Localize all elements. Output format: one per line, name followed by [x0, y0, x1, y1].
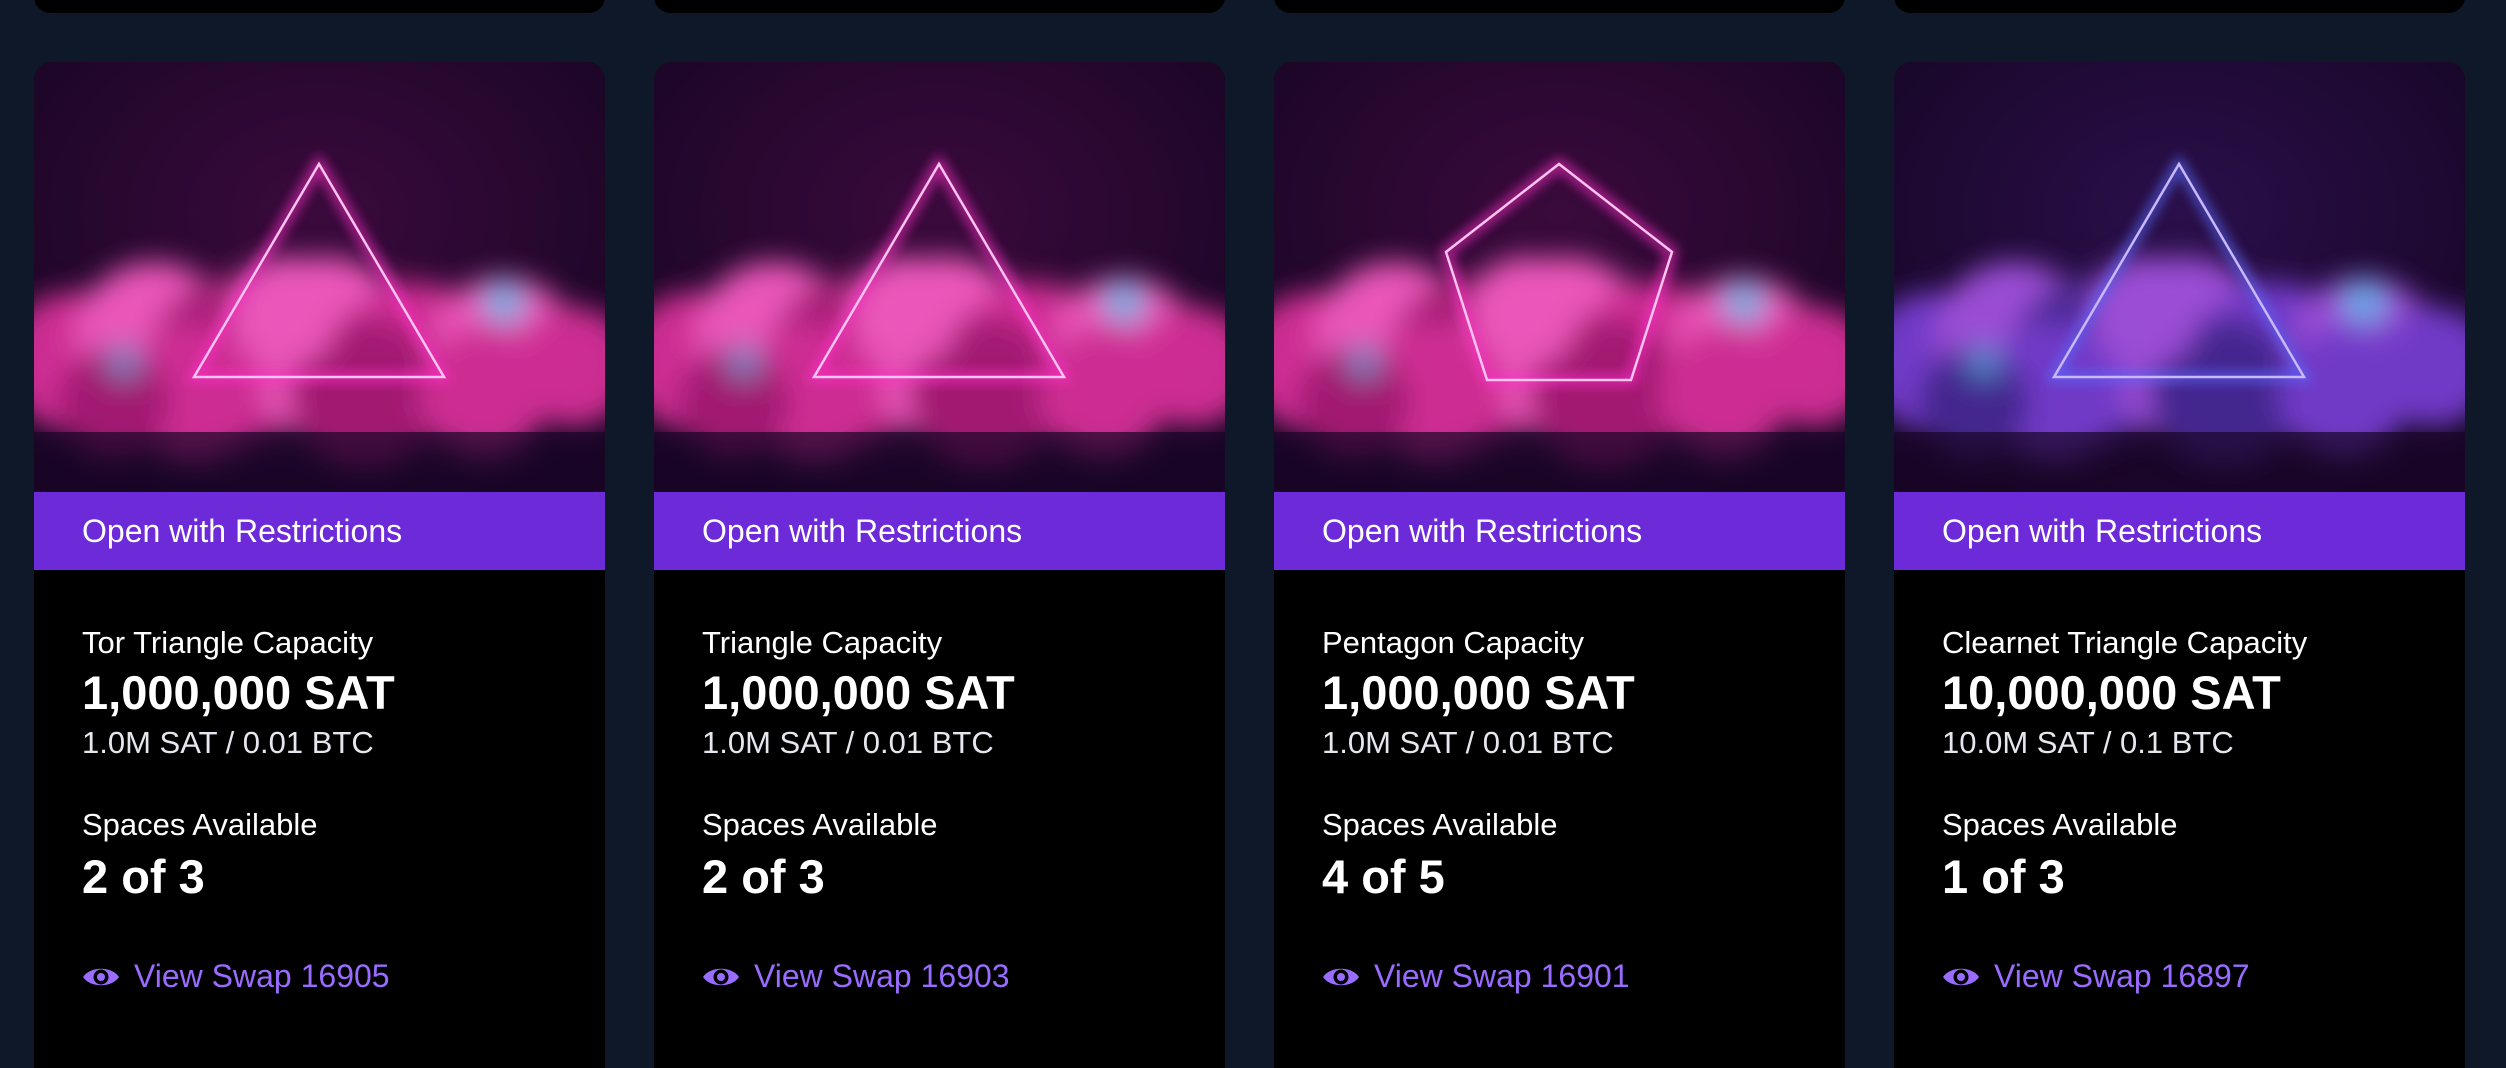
capacity-value: 1,000,000 SAT — [702, 666, 1015, 719]
status-badge: Open with Restrictions — [1274, 492, 1845, 570]
previous-card-bottom — [654, 0, 1225, 13]
spaces-label: Spaces Available — [1322, 807, 1558, 842]
status-label: Open with Restrictions — [1942, 512, 2263, 549]
view-swap-label[interactable]: View Swap 16903 — [754, 958, 1010, 995]
status-label: Open with Restrictions — [702, 512, 1023, 549]
spaces-label: Spaces Available — [1942, 807, 2178, 842]
view-swap-link[interactable]: View Swap 16903 — [702, 958, 1177, 995]
view-swap-label[interactable]: View Swap 16901 — [1374, 958, 1630, 995]
view-swap-link[interactable]: View Swap 16897 — [1942, 958, 2417, 995]
spaces-value: 4 of 5 — [1322, 850, 1445, 903]
status-label: Open with Restrictions — [1322, 512, 1643, 549]
spaces-label: Spaces Available — [702, 807, 938, 842]
capacity-conversion: 10.0M SAT / 0.1 BTC — [1942, 725, 2234, 760]
swap-card[interactable]: Open with Restrictions Pentagon Capacity… — [1274, 62, 1845, 1068]
swap-list-page: Open with Restrictions Tor Triangle Capa… — [0, 0, 2506, 1068]
capacity-label: Clearnet Triangle Capacity — [1942, 625, 2308, 660]
eye-icon — [703, 968, 739, 985]
swap-card-artwork — [34, 62, 605, 492]
swap-card[interactable]: Open with Restrictions Triangle Capacity… — [654, 62, 1225, 1068]
swap-card-details: Pentagon Capacity 1,000,000 SAT 1.0M SAT… — [1274, 570, 1845, 995]
eye-icon — [1323, 968, 1359, 985]
spaces-value: 2 of 3 — [702, 850, 825, 903]
capacity-conversion: 1.0M SAT / 0.01 BTC — [702, 725, 994, 760]
swap-card-grid: Open with Restrictions Tor Triangle Capa… — [34, 62, 2465, 1068]
previous-card-bottom — [1274, 0, 1845, 13]
swap-card[interactable]: Open with Restrictions Clearnet Triangle… — [1894, 62, 2465, 1068]
view-swap-label[interactable]: View Swap 16897 — [1994, 958, 2250, 995]
capacity-label: Pentagon Capacity — [1322, 625, 1584, 660]
capacity-label: Tor Triangle Capacity — [82, 625, 374, 660]
view-swap-link[interactable]: View Swap 16901 — [1322, 958, 1797, 995]
status-badge: Open with Restrictions — [654, 492, 1225, 570]
swap-card-artwork — [1894, 62, 2465, 492]
status-badge: Open with Restrictions — [34, 492, 605, 570]
previous-card-bottom — [1894, 0, 2465, 13]
swap-card-details: Triangle Capacity 1,000,000 SAT 1.0M SAT… — [654, 570, 1225, 995]
swap-card-details: Tor Triangle Capacity 1,000,000 SAT 1.0M… — [34, 570, 605, 995]
spaces-value: 1 of 3 — [1942, 850, 2065, 903]
view-swap-link[interactable]: View Swap 16905 — [82, 958, 557, 995]
spaces-label: Spaces Available — [82, 807, 318, 842]
status-badge: Open with Restrictions — [1894, 492, 2465, 570]
capacity-value: 1,000,000 SAT — [82, 666, 395, 719]
spaces-value: 2 of 3 — [82, 850, 205, 903]
eye-icon — [1943, 968, 1979, 985]
eye-icon — [83, 968, 119, 985]
view-swap-label[interactable]: View Swap 16905 — [134, 958, 390, 995]
capacity-conversion: 1.0M SAT / 0.01 BTC — [1322, 725, 1614, 760]
capacity-conversion: 1.0M SAT / 0.01 BTC — [82, 725, 374, 760]
swap-card-details: Clearnet Triangle Capacity 10,000,000 SA… — [1894, 570, 2465, 995]
swap-card[interactable]: Open with Restrictions Tor Triangle Capa… — [34, 62, 605, 1068]
capacity-label: Triangle Capacity — [702, 625, 943, 660]
previous-card-bottom — [34, 0, 605, 13]
status-label: Open with Restrictions — [82, 512, 403, 549]
swap-card-artwork — [654, 62, 1225, 492]
capacity-value: 1,000,000 SAT — [1322, 666, 1635, 719]
capacity-value: 10,000,000 SAT — [1942, 666, 2281, 719]
swap-card-artwork — [1274, 62, 1845, 492]
